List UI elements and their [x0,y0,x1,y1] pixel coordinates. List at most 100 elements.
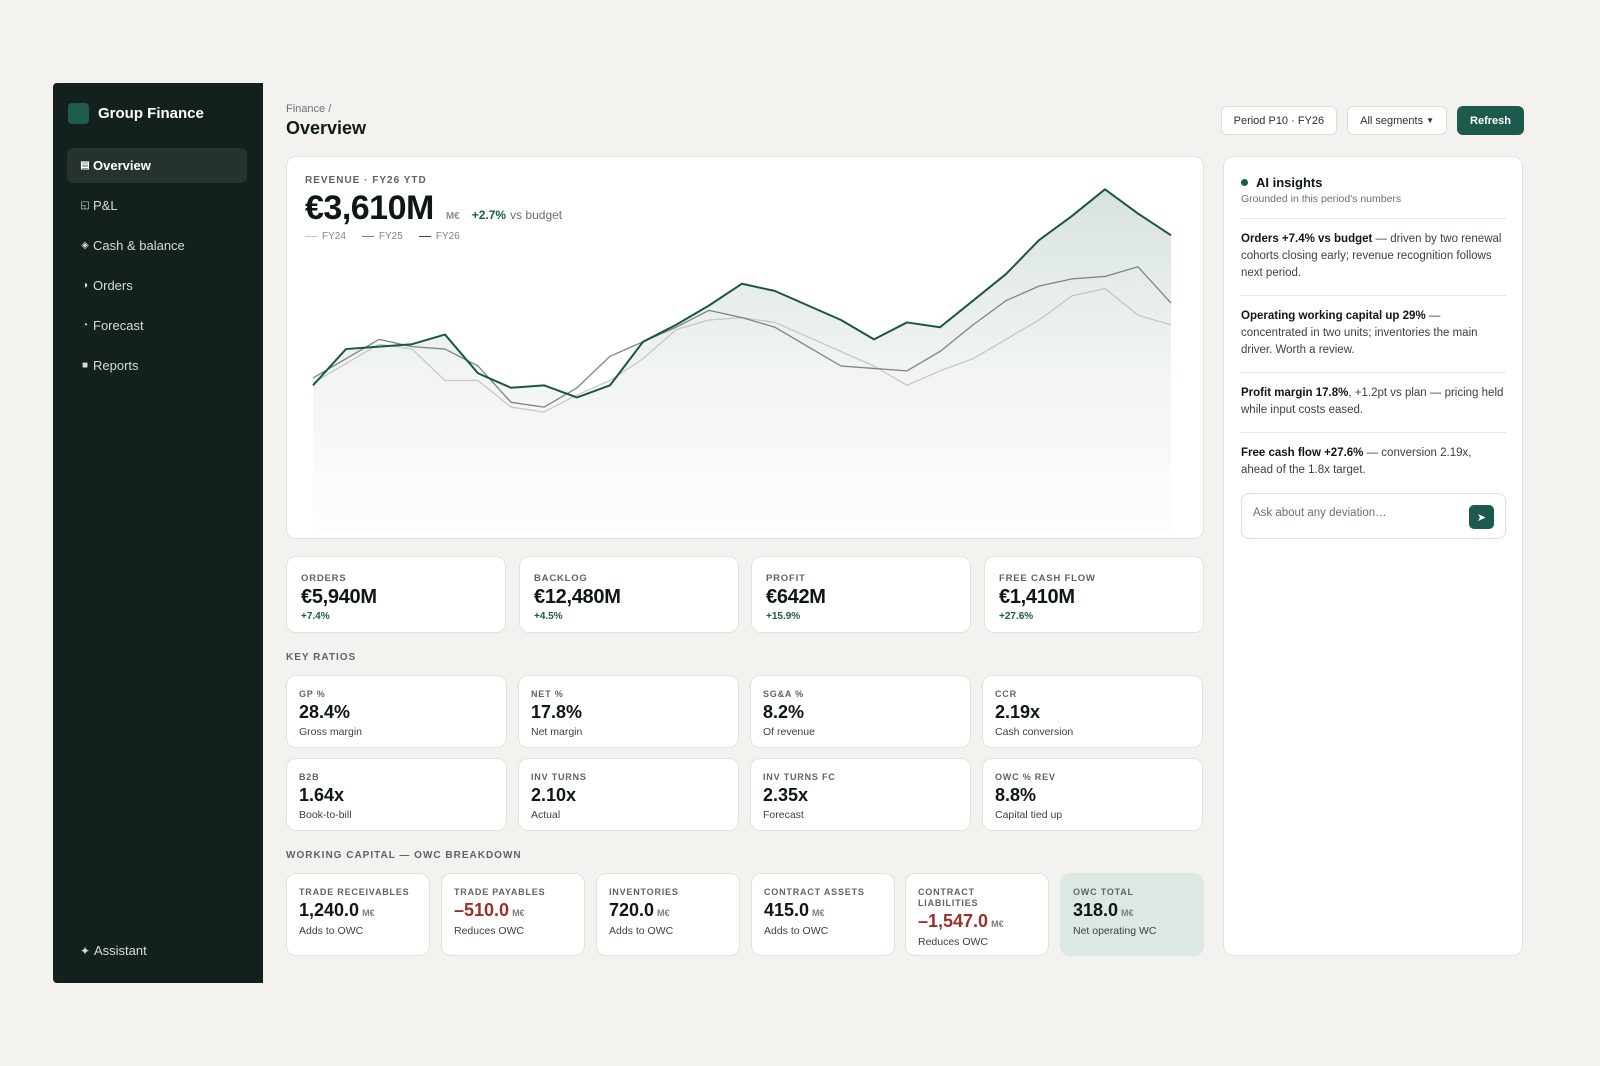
kpi-card-orders[interactable]: ORDERS €5,940M +7.4% [286,556,506,633]
grid-icon: ▤ [80,160,90,171]
segments-dropdown[interactable]: All segments ▼ [1347,106,1448,135]
wc-label: TRADE PAYABLES [454,887,546,897]
sidebar-item-pnl[interactable]: ◱ P&L [67,188,247,223]
kpi-value: €1,410M [999,586,1075,608]
period-selector[interactable]: Period P10 · FY26 [1220,106,1338,135]
wc-label: CONTRACT ASSETS [764,887,865,897]
sidebar-item-reports[interactable]: ■ Reports [67,348,247,383]
kpi-delta: +4.5% [534,611,563,622]
ratio-card-net[interactable]: NET % 17.8% Net margin [518,675,739,748]
caret-down-icon: ▼ [1426,116,1435,125]
ratio-label: SG&A % [763,689,804,699]
wc-unit: M€ [362,908,375,918]
series-area-fy26 [313,189,1171,532]
wc-label: CONTRACT LIABILITIES [918,887,979,908]
wc-sub: Adds to OWC [299,925,364,937]
wc-value: –510.0 [454,900,510,920]
kpi-card-free-cash-flow[interactable]: FREE CASH FLOW €1,410M +27.6% [984,556,1204,633]
ai-insights-panel: AI insights Grounded in this period's nu… [1223,156,1523,956]
square-icon: ■ [81,360,89,371]
wc-card-trade-payables[interactable]: TRADE PAYABLES –510.0 M€ Reduces OWC [441,873,585,956]
wc-card-inventories[interactable]: INVENTORIES 720.0 M€ Adds to OWC [596,873,740,956]
wc-card-owc-total[interactable]: OWC TOTAL 318.0 M€ Net operating WC [1060,873,1204,956]
wc-unit: M€ [991,919,1004,929]
wc-value: 1,240.0 [299,900,360,920]
wc-unit: M€ [657,908,670,918]
sidebar-item-cash-balance[interactable]: ◈ Cash & balance [67,228,247,263]
wc-sub: Reduces OWC [918,936,989,948]
ratio-card-owc-rev[interactable]: OWC % REV 8.8% Capital tied up [982,758,1203,831]
wc-label: OWC TOTAL [1073,887,1134,897]
wc-unit: M€ [812,908,825,918]
revenue-card: REVENUE · FY26 YTD €3,610M M€ +2.7% vs b… [286,156,1204,539]
ratio-card-sga[interactable]: SG&A % 8.2% Of revenue [750,675,971,748]
logo-icon [68,103,89,124]
kpi-card-profit[interactable]: PROFIT €642M +15.9% [751,556,971,633]
wc-value: –1,547.0 [918,911,989,931]
kpi-value: €642M [766,586,826,608]
ratio-sub: Of revenue [763,726,815,738]
wc-card-contract-liabilities[interactable]: CONTRACT LIABILITIES –1,547.0 M€ Reduces… [905,873,1049,956]
ratio-value: 8.8% [995,785,1037,805]
insight-headline: Profit margin 17.8% [1241,387,1349,399]
sidebar: Group Finance ▤ Overview ◱ P&L ◈ Cash & … [53,83,263,983]
send-button[interactable]: ➤ [1469,505,1494,529]
wc-card-contract-assets[interactable]: CONTRACT ASSETS 415.0 M€ Adds to OWC [751,873,895,956]
wc-value-row: –1,547.0 M€ [918,911,1004,932]
top-actions: Period P10 · FY26 All segments ▼ Refresh [1220,106,1524,135]
ratio-card-inv-turns-fc[interactable]: INV TURNS FC 2.35x Forecast [750,758,971,831]
assistant-button[interactable]: ✦ Assistant [78,943,147,958]
ratio-value: 8.2% [763,702,805,722]
ratio-sub: Capital tied up [995,809,1063,821]
wc-unit: M€ [512,908,525,918]
ratio-value: 2.19x [995,702,1041,722]
status-dot-icon [1241,179,1248,186]
sidebar-item-forecast[interactable]: ◔ Forecast [67,308,247,343]
sidebar-item-orders[interactable]: ◑ Orders [67,268,247,303]
wc-sub: Reduces OWC [454,925,525,937]
kpi-delta: +15.9% [766,611,801,622]
ratio-value: 28.4% [299,702,351,722]
insights-title: AI insights [1256,175,1323,190]
sidebar-item-label: Overview [93,158,151,173]
breadcrumb[interactable]: Finance / [286,103,331,115]
app-name: Group Finance [98,105,204,122]
ratio-sub: Book-to-bill [299,809,352,821]
wc-sub: Adds to OWC [609,925,674,937]
ratio-card-inv-turns[interactable]: INV TURNS 2.10x Actual [518,758,739,831]
wc-label: INVENTORIES [609,887,679,897]
wc-card-trade-receivables[interactable]: TRADE RECEIVABLES 1,240.0 M€ Adds to OWC [286,873,430,956]
ratio-card-b2b[interactable]: B2B 1.64x Book-to-bill [286,758,507,831]
send-icon: ➤ [1476,511,1487,524]
ratio-card-ccr[interactable]: CCR 2.19x Cash conversion [982,675,1203,748]
ask-input[interactable] [1253,507,1453,519]
revenue-line-chart [312,188,1172,532]
refresh-button[interactable]: Refresh [1457,106,1524,135]
kpi-value: €12,480M [534,586,621,608]
ratio-label: OWC % REV [995,772,1056,782]
insights-list: Orders +7.4% vs budget — driven by two r… [1241,218,1506,492]
ratio-label: NET % [531,689,564,699]
kpi-label: ORDERS [301,573,347,584]
kpi-label: PROFIT [766,573,806,584]
wc-value-row: 1,240.0 M€ [299,900,375,921]
kpi-value: €5,940M [301,586,377,608]
kpi-delta: +7.4% [301,611,330,622]
ratio-card-gp[interactable]: GP % 28.4% Gross margin [286,675,507,748]
kpi-delta: +27.6% [999,611,1034,622]
diamond-icon: ◈ [81,240,89,251]
document-icon: ◱ [80,200,90,211]
ratio-value: 2.35x [763,785,809,805]
kpi-label: BACKLOG [534,573,588,584]
ratio-sub: Forecast [763,809,804,821]
sidebar-item-overview[interactable]: ▤ Overview [67,148,247,183]
segments-label: All segments [1360,114,1424,127]
kpi-card-backlog[interactable]: BACKLOG €12,480M +4.5% [519,556,739,633]
wc-value-row: 318.0 M€ [1073,900,1134,921]
insight-item: Orders +7.4% vs budget — driven by two r… [1241,218,1506,295]
insight-item: Operating working capital up 29% — conce… [1241,295,1506,372]
ratio-sub: Cash conversion [995,726,1074,738]
ask-box: ➤ [1241,493,1506,539]
wc-value: 415.0 [764,900,810,920]
wc-label: TRADE RECEIVABLES [299,887,410,897]
